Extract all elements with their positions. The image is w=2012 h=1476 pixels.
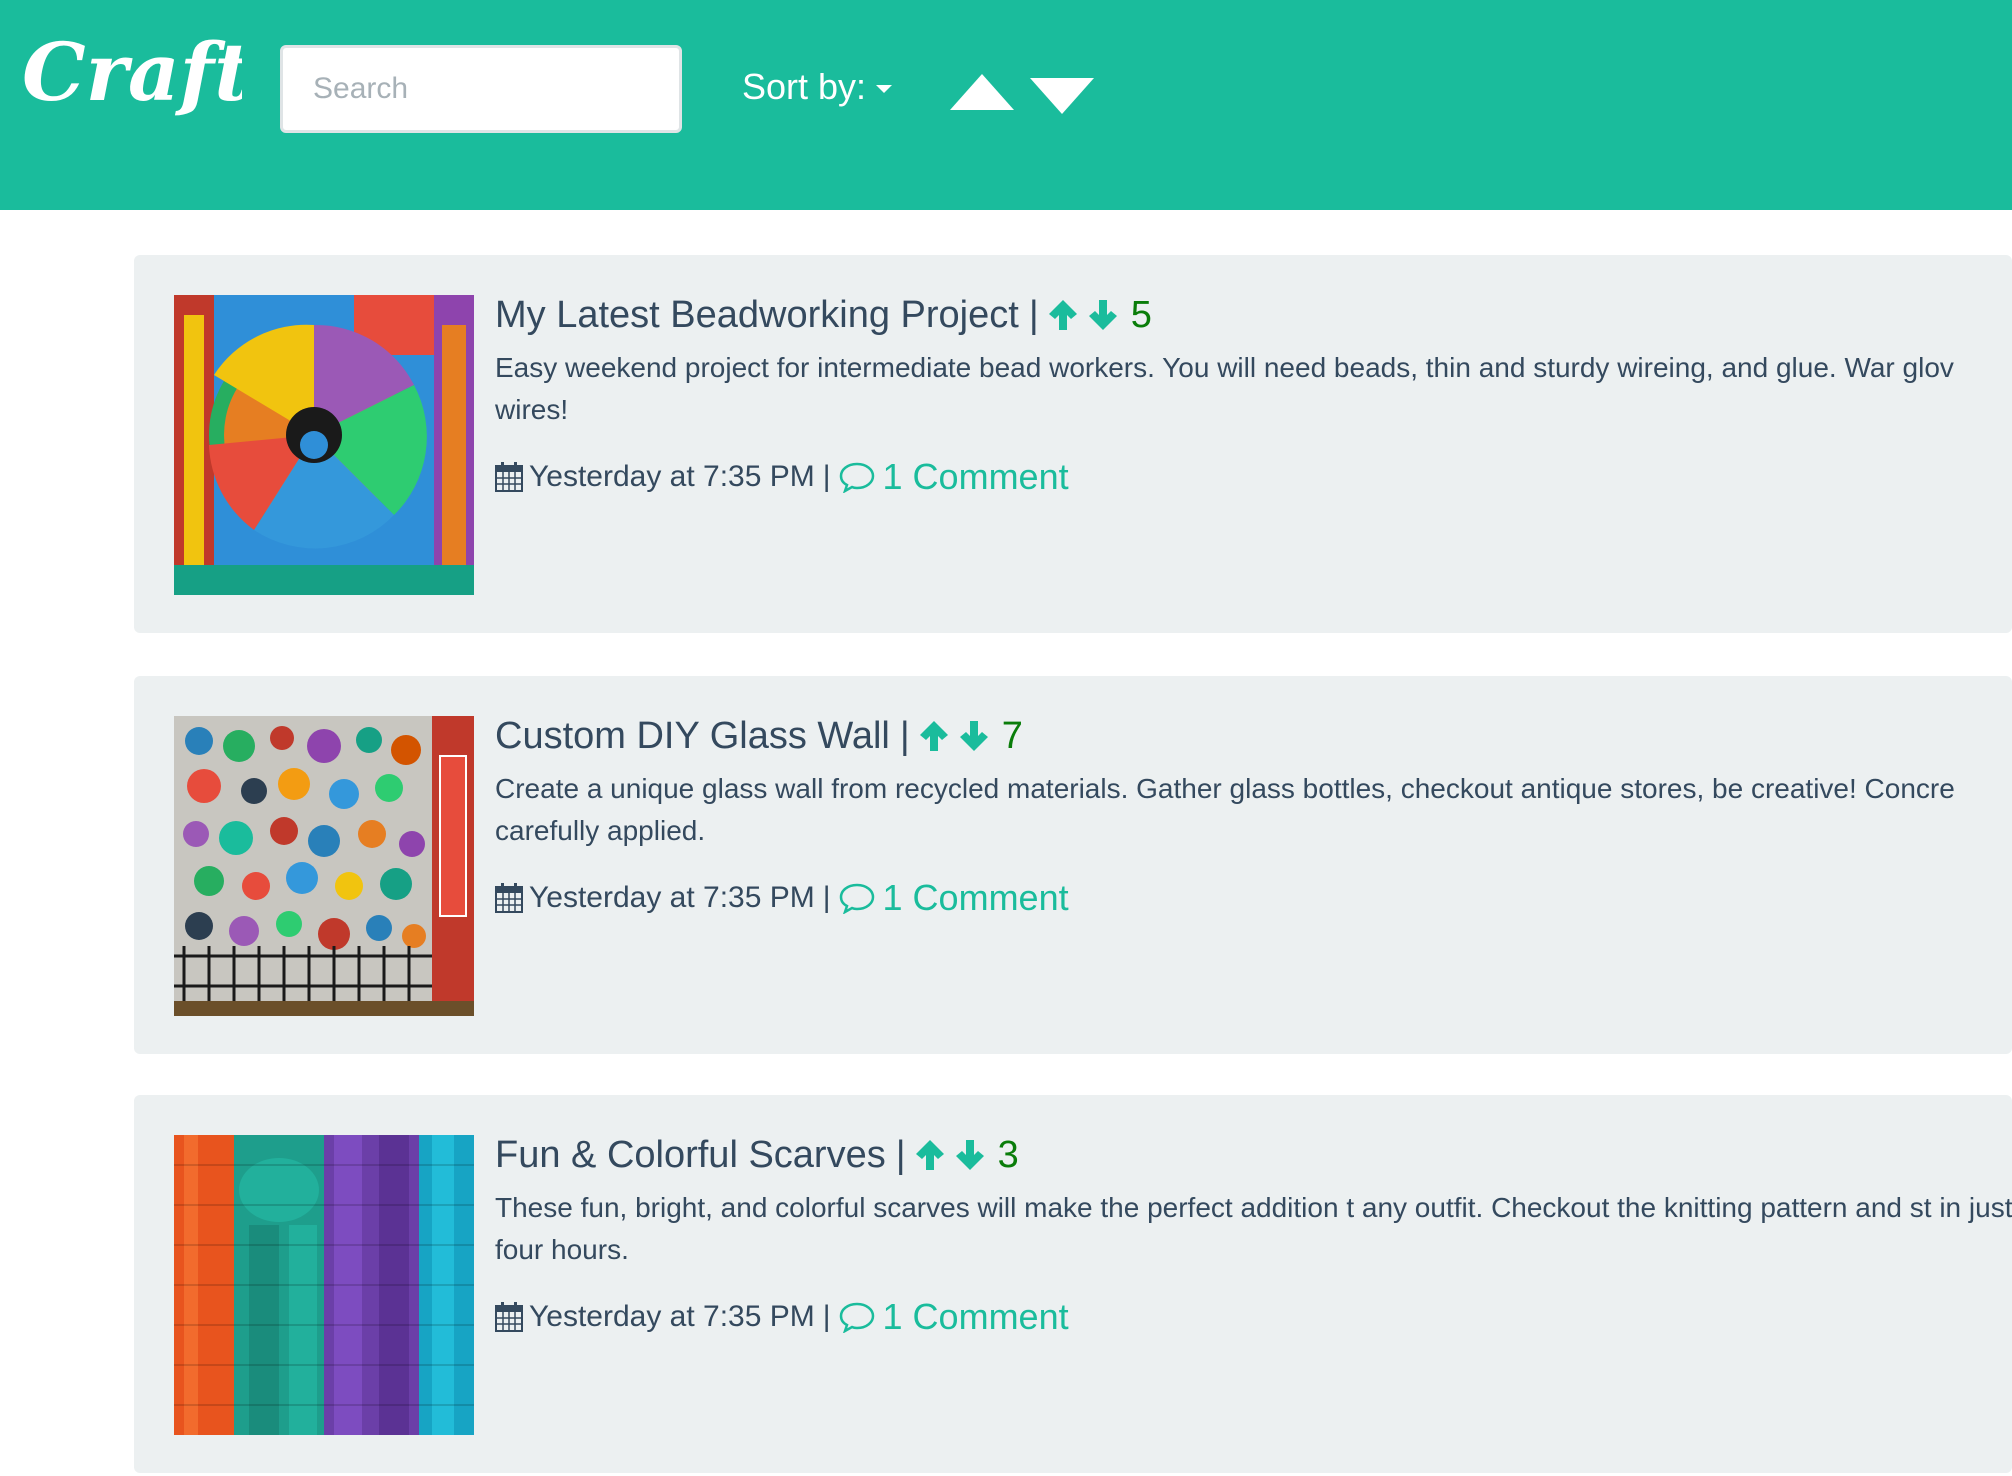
meta-separator: | (822, 460, 831, 493)
post-content: Fun & Colorful Scarves | 3 These fun, br… (495, 1131, 2012, 1339)
vote-score: 5 (1130, 293, 1152, 336)
post-thumbnail-scarves[interactable] (174, 1135, 474, 1435)
sort-ascending-icon[interactable] (950, 74, 1014, 110)
title-separator: | (895, 1133, 906, 1176)
meta-separator: | (822, 881, 831, 914)
post-timestamp: Yesterday at 7:35 PM (529, 460, 815, 493)
sort-descending-icon[interactable] (1030, 78, 1094, 114)
comments-link[interactable]: 1 Comment (883, 456, 1069, 498)
post-title[interactable]: Fun & Colorful Scarves (495, 1134, 886, 1177)
post-timestamp: Yesterday at 7:35 PM (529, 1300, 815, 1333)
post-content: My Latest Beadworking Project | 5 Easy w… (495, 291, 2012, 499)
title-separator: | (1028, 293, 1039, 336)
post-thumbnail-beadwork[interactable] (174, 295, 474, 595)
post-thumbnail-glass-wall[interactable] (174, 716, 474, 1016)
meta-separator: | (822, 1300, 831, 1333)
post-title[interactable]: Custom DIY Glass Wall (495, 715, 890, 758)
post-card: Custom DIY Glass Wall | 7 Create a uniqu… (134, 676, 2012, 1054)
post-description: These fun, bright, and colorful scarves … (495, 1192, 2012, 1265)
top-navbar: Crafty Sort by: (0, 0, 2012, 210)
upvote-arrow-icon[interactable] (918, 719, 950, 753)
post-description: Easy weekend project for intermediate be… (495, 352, 1954, 425)
title-separator: | (899, 714, 910, 757)
comments-link[interactable]: 1 Comment (883, 877, 1069, 919)
upvote-arrow-icon[interactable] (914, 1138, 946, 1172)
caret-down-icon (876, 85, 893, 93)
post-meta: Yesterday at 7:35 PM | 1 Comment (495, 1295, 2012, 1339)
comments-link[interactable]: 1 Comment (883, 1296, 1069, 1338)
crafty-logo[interactable]: Crafty (22, 8, 242, 148)
search-input[interactable] (280, 45, 682, 133)
post-description: Create a unique glass wall from recycled… (495, 773, 1955, 846)
calendar-icon (495, 462, 523, 492)
calendar-icon (495, 1302, 523, 1332)
post-title-row: Fun & Colorful Scarves | 3 (495, 1131, 2012, 1179)
post-title[interactable]: My Latest Beadworking Project (495, 294, 1019, 337)
post-card: My Latest Beadworking Project | 5 Easy w… (134, 255, 2012, 633)
sort-by-dropdown[interactable]: Sort by: (742, 66, 893, 108)
vote-score: 3 (997, 1133, 1019, 1176)
post-title-row: Custom DIY Glass Wall | 7 (495, 712, 2012, 760)
downvote-arrow-icon[interactable] (958, 719, 990, 753)
post-meta: Yesterday at 7:35 PM | 1 Comment (495, 455, 2012, 499)
downvote-arrow-icon[interactable] (954, 1138, 986, 1172)
downvote-arrow-icon[interactable] (1087, 298, 1119, 332)
upvote-arrow-icon[interactable] (1047, 298, 1079, 332)
comment-bubble-icon[interactable] (839, 1301, 875, 1333)
post-card: Fun & Colorful Scarves | 3 These fun, br… (134, 1095, 2012, 1473)
sort-by-label: Sort by: (742, 66, 867, 107)
logo-text: Crafty (22, 25, 242, 119)
calendar-icon (495, 883, 523, 913)
post-meta: Yesterday at 7:35 PM | 1 Comment (495, 876, 2012, 920)
post-content: Custom DIY Glass Wall | 7 Create a uniqu… (495, 712, 2012, 920)
vote-score: 7 (1001, 714, 1023, 757)
post-title-row: My Latest Beadworking Project | 5 (495, 291, 2012, 339)
comment-bubble-icon[interactable] (839, 882, 875, 914)
post-timestamp: Yesterday at 7:35 PM (529, 881, 815, 914)
comment-bubble-icon[interactable] (839, 461, 875, 493)
